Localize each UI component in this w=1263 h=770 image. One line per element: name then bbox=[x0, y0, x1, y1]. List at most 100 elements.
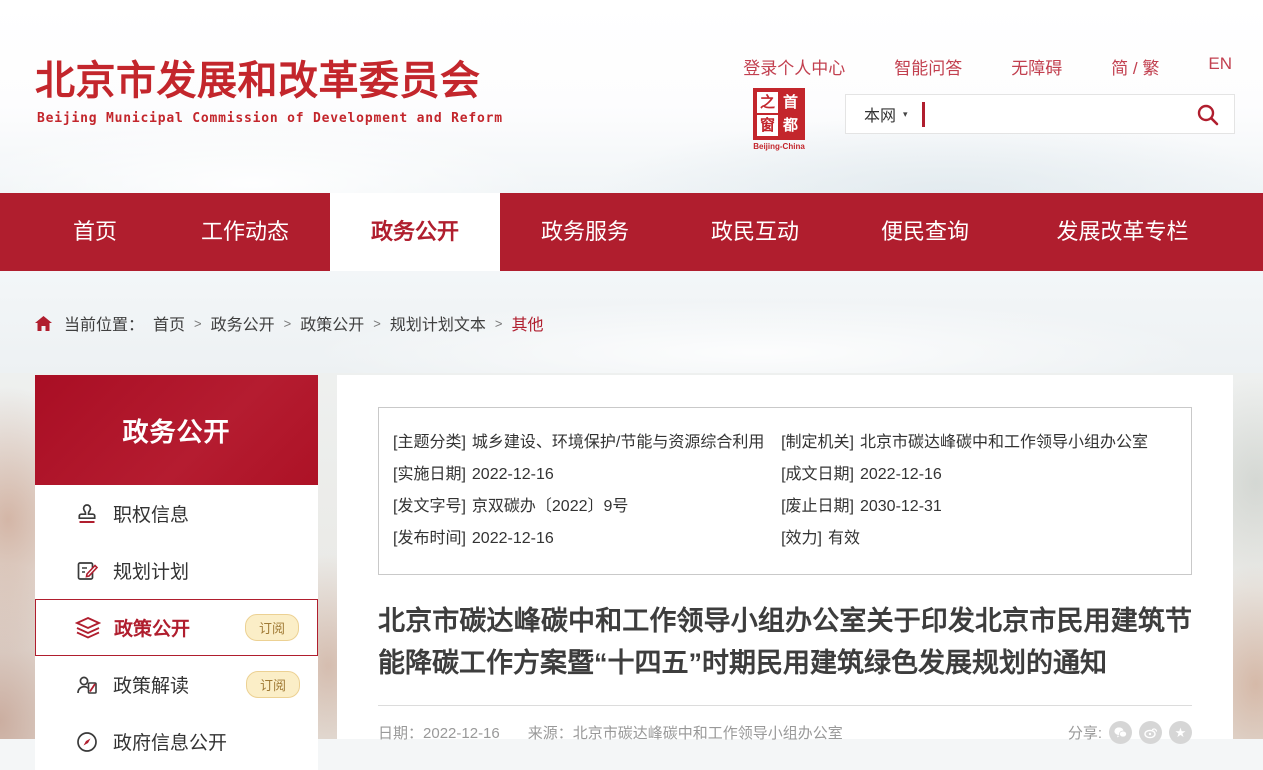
date-label: 日期： bbox=[378, 725, 423, 742]
nav-item-convenient-query[interactable]: 便民查询 bbox=[840, 193, 1010, 271]
share-bar: 分享: ★ bbox=[1068, 721, 1192, 744]
seal-char: 之 bbox=[756, 91, 779, 114]
nav-item-gov-services[interactable]: 政务服务 bbox=[500, 193, 670, 271]
simplified-traditional-toggle[interactable]: 简 / 繁 bbox=[1111, 54, 1159, 79]
meta-label: [发布时间] bbox=[393, 530, 466, 547]
breadcrumb-item-gov-disclosure[interactable]: 政务公开 bbox=[211, 311, 275, 335]
nav-item-gov-disclosure[interactable]: 政务公开 bbox=[330, 193, 500, 271]
breadcrumb-location-label: 当前位置： bbox=[64, 311, 144, 335]
breadcrumb-separator: > bbox=[284, 316, 292, 331]
document-meta-table: [主题分类] 城乡建设、环境保护/节能与资源综合利用 [制定机关] 北京市碳达峰碳中… bbox=[378, 407, 1192, 575]
sidebar-item-gov-info-disclosure[interactable]: 政府信息公开 bbox=[35, 713, 318, 770]
date-value: 2022-12-16 bbox=[423, 725, 500, 742]
meta-value: 京双碳办〔2022〕9号 bbox=[472, 498, 629, 515]
sidebar-item-policy-interpretation[interactable]: 政策解读 订阅 bbox=[35, 656, 318, 713]
nav-item-home[interactable]: 首页 bbox=[30, 193, 160, 271]
title-divider bbox=[378, 705, 1192, 706]
chevron-down-icon: ▾ bbox=[903, 109, 908, 120]
meta-value: 2030-12-31 bbox=[860, 498, 942, 515]
sidebar-item-label: 政策解读 bbox=[113, 671, 189, 698]
meta-value: 有效 bbox=[828, 530, 860, 547]
meta-value: 2022-12-16 bbox=[472, 530, 554, 547]
breadcrumb-item-home[interactable]: 首页 bbox=[153, 311, 185, 335]
meta-value: 2022-12-16 bbox=[860, 466, 942, 483]
meta-value: 2022-12-16 bbox=[472, 466, 554, 483]
article-panel: [主题分类] 城乡建设、环境保护/节能与资源综合利用 [制定机关] 北京市碳达峰碳中… bbox=[337, 375, 1233, 739]
accessibility-link[interactable]: 无障碍 bbox=[1011, 54, 1062, 79]
meta-label: [发文字号] bbox=[393, 498, 466, 515]
meta-label: [实施日期] bbox=[393, 466, 466, 483]
nav-item-public-interaction[interactable]: 政民互动 bbox=[670, 193, 840, 271]
compass-icon bbox=[74, 729, 100, 755]
sidebar-item-label: 政府信息公开 bbox=[113, 728, 227, 755]
site-logo-subtitle-en: Beijing Municipal Commission of Developm… bbox=[37, 111, 503, 126]
sidebar-item-policy-disclosure[interactable]: 政策公开 订阅 bbox=[35, 599, 318, 656]
login-personal-center-link[interactable]: 登录个人中心 bbox=[743, 54, 845, 79]
sidebar: 政务公开 职权信息 bbox=[35, 375, 318, 739]
meta-label: [废止日期] bbox=[781, 498, 854, 515]
seal-char: 窗 bbox=[756, 114, 779, 137]
document-pencil-icon bbox=[74, 558, 100, 584]
article-source: 来源：北京市碳达峰碳中和工作领导小组办公室 bbox=[528, 722, 843, 743]
site-logo-title: 北京市发展和改革委员会 bbox=[35, 48, 481, 106]
article-info-row: 日期：2022-12-16 来源：北京市碳达峰碳中和工作领导小组办公室 分享: bbox=[378, 721, 1192, 744]
source-value: 北京市碳达峰碳中和工作领导小组办公室 bbox=[573, 725, 843, 742]
beijing-china-seal-logo[interactable]: 之 首 窗 都 Beijing-China bbox=[752, 88, 806, 151]
search-box: 本网 ▾ bbox=[845, 94, 1235, 134]
meta-document-number: [发文字号] 京双碳办〔2022〕9号 bbox=[393, 491, 781, 523]
breadcrumb: 当前位置： 首页 > 政务公开 > 政策公开 > 规划计划文本 > 其他 bbox=[35, 311, 1263, 335]
meta-value: 城乡建设、环境保护/节能与资源综合利用 bbox=[472, 434, 764, 451]
meta-validity: [效力]有效 bbox=[781, 523, 1177, 555]
meta-implementation-date: [实施日期] 2022-12-16 bbox=[393, 459, 781, 491]
layers-icon bbox=[75, 615, 101, 641]
seal-char: 都 bbox=[779, 114, 802, 137]
source-label: 来源： bbox=[528, 725, 573, 742]
sidebar-item-authority-info[interactable]: 职权信息 bbox=[35, 485, 318, 542]
sidebar-item-label: 职权信息 bbox=[113, 500, 189, 527]
meta-value: 北京市碳达峰碳中和工作领导小组办公室 bbox=[860, 434, 1148, 451]
breadcrumb-band: 当前位置： 首页 > 政务公开 > 政策公开 > 规划计划文本 > 其他 bbox=[0, 271, 1263, 373]
share-weibo-icon[interactable] bbox=[1139, 721, 1162, 744]
breadcrumb-item-policy-disclosure[interactable]: 政策公开 bbox=[300, 311, 364, 335]
english-link[interactable]: EN bbox=[1208, 54, 1232, 79]
subscribe-button[interactable]: 订阅 bbox=[245, 614, 299, 641]
sidebar-menu: 职权信息 规划计划 bbox=[35, 485, 318, 770]
nav-item-reform-special[interactable]: 发展改革专栏 bbox=[1010, 193, 1235, 271]
meta-expiry-date: [废止日期] 2030-12-31 bbox=[781, 491, 1177, 523]
share-wechat-icon[interactable] bbox=[1109, 721, 1132, 744]
meta-written-date: [成文日期] 2022-12-16 bbox=[781, 459, 1177, 491]
share-favorite-icon[interactable]: ★ bbox=[1169, 721, 1192, 744]
article-title: 北京市碳达峰碳中和工作领导小组办公室关于印发北京市民用建筑节能降碳工作方案暨“十… bbox=[378, 600, 1192, 684]
subscribe-button[interactable]: 订阅 bbox=[246, 671, 300, 698]
meta-label: [成文日期] bbox=[781, 466, 854, 483]
breadcrumb-item-planning-text[interactable]: 规划计划文本 bbox=[390, 311, 486, 335]
seal-caption: Beijing-China bbox=[752, 142, 806, 151]
breadcrumb-separator: > bbox=[495, 316, 503, 331]
nav-item-work-news[interactable]: 工作动态 bbox=[160, 193, 330, 271]
breadcrumb-separator: > bbox=[373, 316, 381, 331]
breadcrumb-separator: > bbox=[194, 316, 202, 331]
search-scope-label: 本网 bbox=[864, 102, 896, 126]
sidebar-item-label: 政策公开 bbox=[114, 614, 190, 641]
content-area: 政务公开 职权信息 bbox=[0, 373, 1263, 739]
search-scope-dropdown[interactable]: 本网 ▾ bbox=[864, 102, 908, 126]
person-pen-icon bbox=[74, 672, 100, 698]
meta-topic-category: [主题分类] 城乡建设、环境保护/节能与资源综合利用 bbox=[393, 427, 781, 459]
smart-qa-link[interactable]: 智能问答 bbox=[894, 54, 962, 79]
search-icon[interactable] bbox=[1196, 103, 1219, 126]
search-input[interactable] bbox=[925, 98, 1196, 130]
site-header: 北京市发展和改革委员会 Beijing Municipal Commission… bbox=[0, 0, 1263, 193]
home-icon[interactable] bbox=[35, 316, 52, 331]
meta-label: [主题分类] bbox=[393, 434, 466, 451]
meta-label: [制定机关] bbox=[781, 434, 854, 451]
article-date: 日期：2022-12-16 bbox=[378, 722, 500, 743]
meta-issuing-body: [制定机关] 北京市碳达峰碳中和工作领导小组办公室 bbox=[781, 427, 1177, 459]
share-label: 分享: bbox=[1068, 722, 1102, 743]
breadcrumb-item-other[interactable]: 其他 bbox=[511, 311, 543, 335]
seal-grid: 之 首 窗 都 bbox=[753, 88, 805, 140]
main-nav: 首页 工作动态 政务公开 政务服务 政民互动 便民查询 发展改革专栏 bbox=[0, 193, 1263, 271]
meta-publish-date: [发布时间] 2022-12-16 bbox=[393, 523, 781, 555]
utility-links: 登录个人中心 智能问答 无障碍 简 / 繁 EN bbox=[743, 54, 1232, 79]
sidebar-item-planning[interactable]: 规划计划 bbox=[35, 542, 318, 599]
sidebar-item-label: 规划计划 bbox=[113, 557, 189, 584]
